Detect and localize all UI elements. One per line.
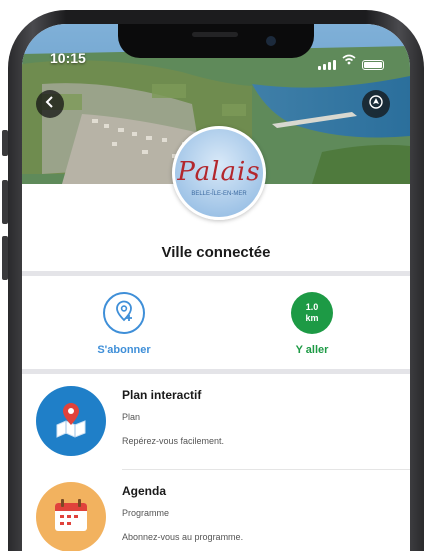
list-item-plan[interactable]: Plan interactif Plan Repérez-vous facile… [22, 374, 410, 470]
pin-plus-icon [113, 300, 135, 327]
chevron-left-icon [45, 95, 55, 113]
volume-down-button [2, 236, 8, 280]
item-description: Abonnez-vous au programme. [122, 532, 244, 542]
map-location-button[interactable] [362, 90, 390, 118]
silent-switch [2, 130, 8, 156]
subscribe-button[interactable]: S'abonner [74, 292, 174, 356]
list-item-agenda[interactable]: Agenda Programme Abonnez-vous au program… [22, 470, 410, 551]
plan-thumbnail [36, 386, 106, 456]
back-button[interactable] [36, 90, 64, 118]
page-title: Ville connectée [161, 244, 271, 261]
item-subtitle: Plan [122, 412, 141, 422]
app-screen: 10:15 Palais BELLE-ÎLE-EN-MER Ville conn… [22, 24, 410, 551]
item-description: Repérez-vous facilement. [122, 436, 225, 446]
go-there-label: Y aller [295, 344, 329, 356]
city-logo: Palais BELLE-ÎLE-EN-MER [172, 126, 266, 220]
distance-unit: km [305, 313, 319, 323]
section-divider [22, 271, 410, 276]
logo-title: Palais [177, 157, 261, 187]
status-time: 10:15 [50, 50, 86, 66]
calendar-icon [52, 497, 90, 538]
cellular-signal-icon [318, 60, 336, 70]
status-icons [318, 52, 384, 70]
battery-icon [362, 60, 384, 70]
map-pin-icon [51, 399, 91, 444]
volume-up-button [2, 180, 8, 224]
logo-subtitle: BELLE-ÎLE-EN-MER [191, 191, 247, 197]
go-there-button[interactable]: 1.0 km Y aller [262, 292, 362, 356]
location-arrow-icon [369, 94, 383, 114]
distance-badge: 1.0 km [291, 292, 333, 334]
item-subtitle: Programme [122, 508, 170, 518]
agenda-thumbnail [36, 482, 106, 551]
subscribe-icon-circle [103, 292, 145, 334]
wifi-icon [342, 52, 356, 70]
item-title: Plan interactif [122, 388, 202, 402]
phone-notch [118, 24, 314, 58]
subscribe-label: S'abonner [97, 344, 151, 356]
item-title: Agenda [122, 484, 167, 498]
distance-value: 1.0 [305, 302, 319, 312]
